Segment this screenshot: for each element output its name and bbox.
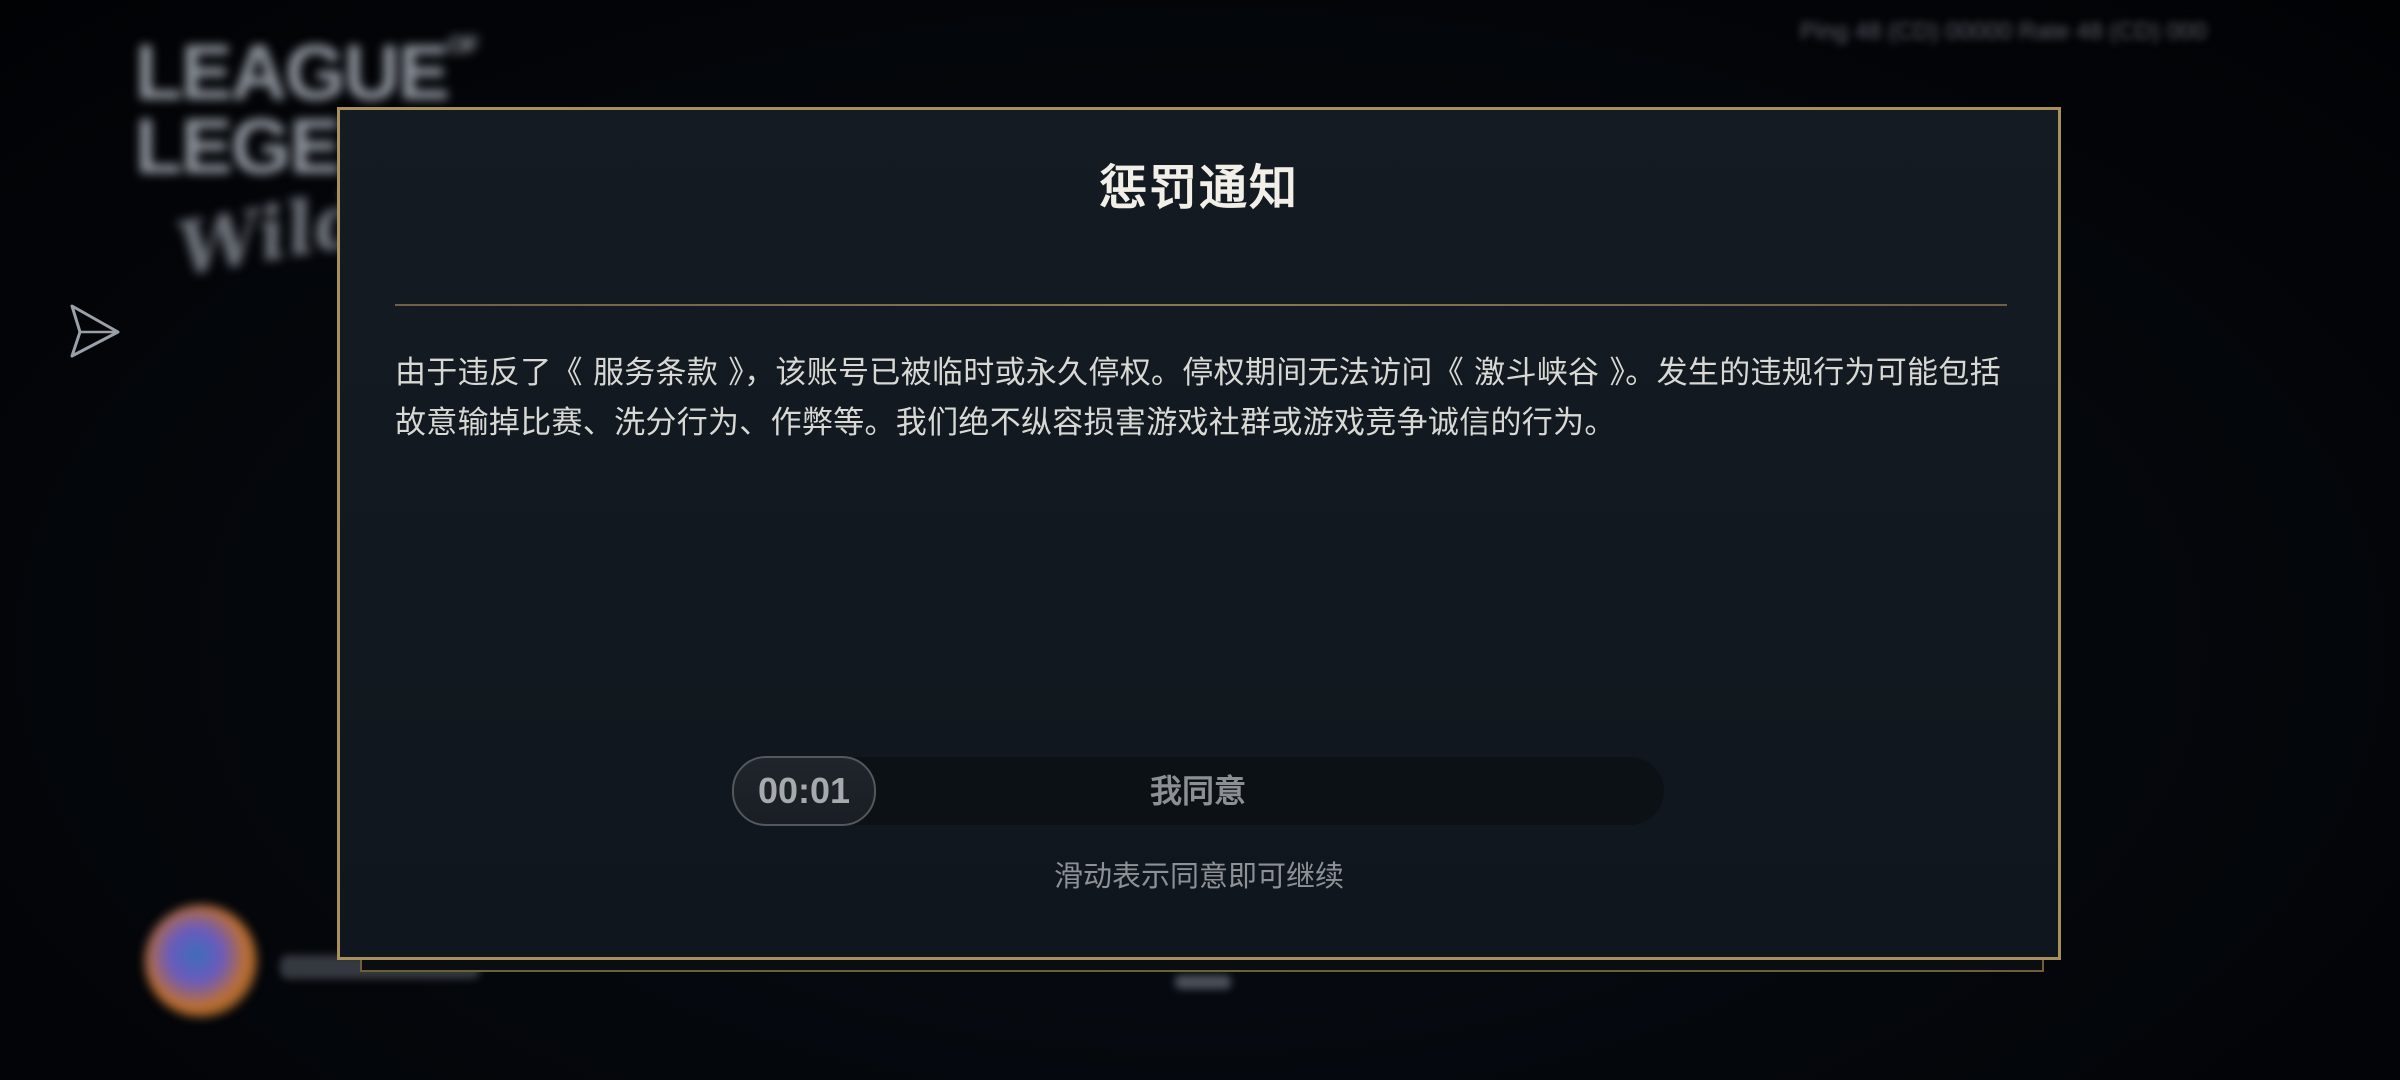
slider-hint-text: 滑动表示同意即可继续 (1053, 859, 1344, 893)
player-avatar (145, 905, 257, 1017)
background-indicator (1175, 975, 1231, 989)
agree-slider[interactable]: 我同意 00:01 (730, 755, 1666, 827)
network-status-text: Ping 48 (CD) 00000 Rate 48 (CD) 000 (1800, 18, 2207, 44)
dialog-body-text: 由于违反了《 服务条款 》，该账号已被临时或永久停权。停权期间无法访问《 激斗峡… (395, 355, 2001, 441)
penalty-notice-dialog: 惩罚通知 由于违反了《 服务条款 》，该账号已被临时或永久停权。停权期间无法访问… (337, 107, 2061, 960)
title-divider (395, 304, 2007, 306)
slider-knob-timer[interactable]: 00:01 (732, 756, 876, 826)
dialog-title: 惩罚通知 (1098, 160, 1299, 216)
send-arrow-icon[interactable] (68, 302, 122, 360)
logo-line-1-small: OF (448, 32, 479, 59)
dialog-shadow (360, 958, 2044, 972)
